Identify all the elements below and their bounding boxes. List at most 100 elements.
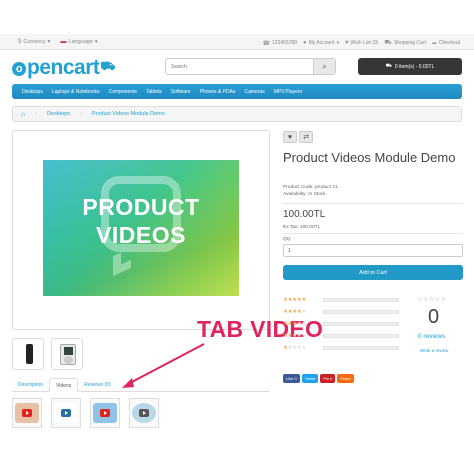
coin-icon: $ <box>18 39 22 45</box>
play-icon <box>61 409 71 417</box>
shopping-cart-link[interactable]: ⛟ Shopping Cart <box>384 39 426 47</box>
product-ex-tax: Ex Tax: 100.00TL <box>283 225 321 230</box>
play-icon <box>100 409 110 417</box>
wish-list-label: Wish List (0) <box>350 40 379 46</box>
search-bar: ⌕ <box>165 58 336 75</box>
tweet-button[interactable]: Tweet <box>301 374 319 383</box>
top-left-links: $ Currency ▾ ▬ Language ▾ <box>18 39 98 45</box>
video-thumbnail-4[interactable] <box>129 398 159 428</box>
empty-star-icons: ☆☆☆☆☆ <box>417 297 447 303</box>
rating-bar <box>323 321 399 326</box>
chevron-down-icon: ▾ <box>336 40 339 46</box>
menu-item-tablets[interactable]: Tablets <box>146 89 171 95</box>
search-icon: ⌕ <box>322 61 327 71</box>
video-thumbnail-2[interactable] <box>51 398 81 428</box>
share-icon: ➦ <box>431 40 437 47</box>
share-button[interactable]: Share <box>337 374 354 383</box>
compare-button[interactable]: ⇄ <box>299 131 313 143</box>
write-review-link[interactable]: Write a review <box>420 348 448 353</box>
rating-row-4: ★★★★★ <box>283 308 399 315</box>
social-buttons: Like 0 Tweet Pin it Share <box>283 374 354 383</box>
main-menu: Desktops Laptops & Notebooks Components … <box>12 84 462 99</box>
cart-logo-icon: ⛟ <box>100 59 115 73</box>
add-to-cart-button[interactable]: Add to Cart <box>283 265 463 280</box>
phone-image <box>26 344 33 364</box>
rating-row-2: ★★★★★ <box>283 332 399 339</box>
heart-icon: ♥ <box>344 40 349 46</box>
home-icon[interactable]: ⌂ <box>21 111 25 118</box>
rating-bar <box>323 345 399 350</box>
facebook-like-button[interactable]: Like 0 <box>283 374 300 383</box>
cart-button[interactable]: ⛟ 0 item(s) - 0.00TL <box>358 58 462 75</box>
breadcrumb: ⌂ › Desktops › Product Videos Module Dem… <box>12 106 462 122</box>
cart-icon: ⛟ <box>384 40 392 46</box>
phone-icon: ☎ <box>262 40 270 47</box>
video-thumbnail-3[interactable] <box>90 398 120 428</box>
tab-reviews[interactable]: Reviews (0) <box>78 378 116 392</box>
checkout-link[interactable]: ➦ Checkout <box>432 39 460 47</box>
ipod-screen <box>64 347 73 355</box>
search-input[interactable] <box>166 59 313 74</box>
product-videos-poster[interactable]: PRODUCT VIDEOS <box>43 160 239 296</box>
chevron-down-icon: ▾ <box>47 39 51 45</box>
heart-icon: ♥ <box>287 133 293 141</box>
rating-bar <box>323 333 399 338</box>
poster-line2: VIDEOS <box>96 222 186 248</box>
menu-item-components[interactable]: Components <box>109 89 146 95</box>
tab-videos[interactable]: Videos <box>49 378 79 392</box>
video-preview <box>132 403 156 423</box>
reviews-count-link[interactable]: 0 reviews <box>418 333 445 340</box>
play-icon <box>139 409 149 417</box>
top-right-links: ☎ 123456789 ● My Account ▾ ♥ Wish List (0) ⛟… <box>262 39 460 47</box>
user-icon: ● <box>302 40 307 46</box>
rating-row-3: ★★★★★ <box>283 320 399 327</box>
currency-dropdown[interactable]: $ Currency ▾ <box>18 39 50 45</box>
breadcrumb-separator: › <box>80 111 82 117</box>
video-preview <box>15 403 39 423</box>
menu-item-phones[interactable]: Phones & PDAs <box>200 89 245 95</box>
wish-list-link[interactable]: ♥ Wish List (0) <box>345 39 378 47</box>
product-title: Product Videos Module Demo <box>283 150 456 165</box>
menu-item-desktops[interactable]: Desktops <box>22 89 52 95</box>
thumbnail-list <box>12 338 83 370</box>
phone-label: 123456789 <box>271 40 297 46</box>
cart-button-label: 0 item(s) - 0.00TL <box>394 63 435 70</box>
logo-text: pencart <box>27 56 100 79</box>
ipod-image <box>60 344 76 365</box>
qty-input[interactable]: 1 <box>283 244 463 257</box>
star-icons: ★★★★★ <box>283 332 307 339</box>
menu-item-software[interactable]: Software <box>171 89 200 95</box>
star-icons: ★★★★★ <box>283 320 307 327</box>
my-account-link[interactable]: ● My Account ▾ <box>303 39 339 47</box>
pinterest-button[interactable]: Pin it <box>320 374 336 383</box>
thumbnail-ipod[interactable] <box>51 338 83 370</box>
rating-row-1: ★★★★★ <box>283 344 399 351</box>
tab-description[interactable]: Description <box>12 378 49 392</box>
chevron-down-icon: ▾ <box>94 39 98 45</box>
compare-icon: ⇄ <box>303 134 309 141</box>
checkout-label: Checkout <box>438 40 460 46</box>
rating-count: 0 <box>428 306 440 328</box>
product-code: Product Code: product 21 <box>283 185 338 190</box>
menu-item-mp3[interactable]: MP3 Players <box>274 89 311 95</box>
language-label: Language <box>68 39 93 45</box>
store-logo[interactable]: o pencart⛟ <box>12 56 115 80</box>
thumbnail-phone[interactable] <box>12 338 44 370</box>
logo-o-mark: o <box>12 62 26 76</box>
wishlist-button[interactable]: ♥ <box>283 131 297 143</box>
menu-item-cameras[interactable]: Cameras <box>244 89 273 95</box>
breadcrumb-desktops[interactable]: Desktops <box>47 111 70 117</box>
phone-link[interactable]: ☎ 123456789 <box>262 39 297 47</box>
search-button[interactable]: ⌕ <box>313 59 335 74</box>
my-account-label: My Account <box>308 40 335 46</box>
language-dropdown[interactable]: ▬ Language ▾ <box>60 39 97 45</box>
rating-bar <box>323 309 399 314</box>
product-meta: Product Code: product 21 Availability: I… <box>283 184 338 198</box>
product-tabs: Description Videos Reviews (0) <box>12 378 270 392</box>
breadcrumb-product[interactable]: Product Videos Module Demo <box>92 111 165 117</box>
currency-label: Currency <box>23 39 46 45</box>
qty-label: Qty <box>283 237 291 242</box>
cart-icon: ⛟ <box>385 63 392 69</box>
video-thumbnail-1[interactable] <box>12 398 42 428</box>
menu-item-laptops[interactable]: Laptops & Notebooks <box>52 89 109 95</box>
